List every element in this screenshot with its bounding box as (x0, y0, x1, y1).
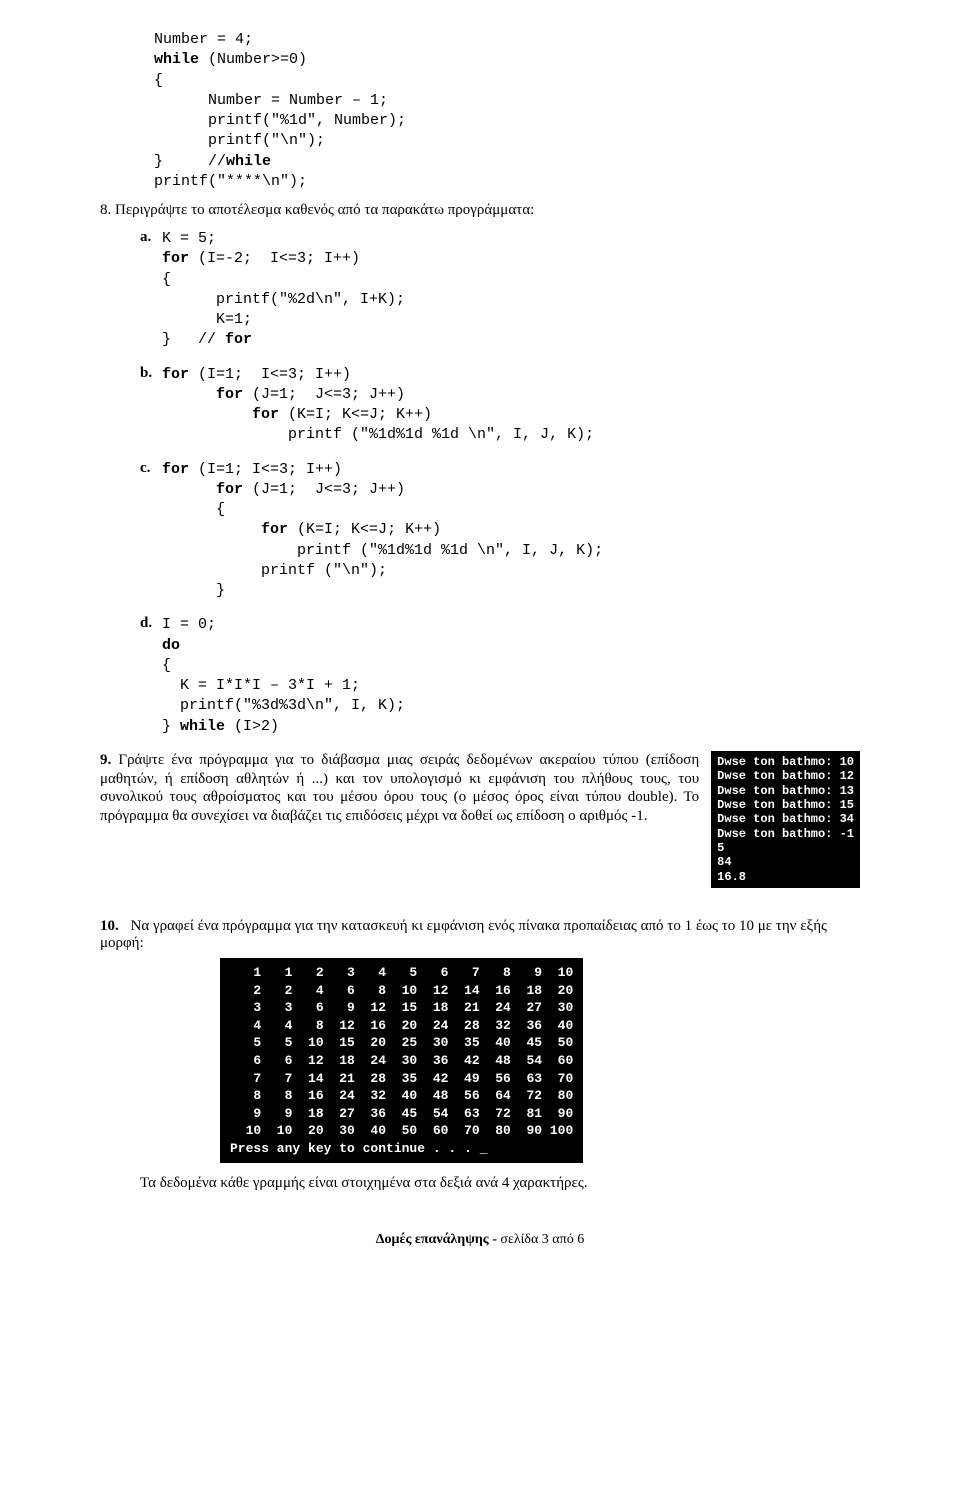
q10-text: Να γραφεί ένα πρόγραμμα για την κατασκευ… (100, 918, 827, 951)
code-block-b: for (I=1; I<=3; I++) for (J=1; J<=3; J++… (162, 365, 594, 446)
terminal-output-q9: Dwse ton bathmo: 10 Dwse ton bathmo: 12 … (711, 751, 860, 889)
question-9: 9. Γράψτε ένα πρόγραμμα για το διάβασμα … (100, 751, 860, 889)
q9-text: Γράψτε ένα πρόγραμμα για το διάβασμα μια… (100, 752, 699, 824)
code-block-top: Number = 4; while (Number>=0) { Number =… (100, 30, 860, 192)
code-block-a: K = 5; for (I=-2; I<=3; I++) { printf("%… (162, 229, 405, 351)
q10-number: 10. (100, 918, 119, 934)
item-b-label: b. (140, 365, 162, 446)
q8-text: Περιγράψτε το αποτέλεσμα καθενός από τα … (115, 202, 534, 218)
question-10: 10. Να γραφεί ένα πρόγραμμα για την κατα… (100, 918, 860, 1192)
item-d-label: d. (140, 615, 162, 737)
q9-number: 9. (100, 752, 111, 768)
page-footer: Δομές επανάληψης - σελίδα 3 από 6 (100, 1232, 860, 1248)
code-block-d: I = 0; do { K = I*I*I – 3*I + 1; printf(… (162, 615, 405, 737)
terminal-output-q10: 1 1 2 3 4 5 6 7 8 9 10 2 2 4 6 8 10 12 1… (220, 958, 583, 1163)
q8-number: 8. (100, 202, 111, 218)
footer-prefix: Δομές επανάληψης - (376, 1232, 501, 1247)
footer-page: σελίδα 3 από 6 (500, 1232, 584, 1247)
q10-note: Τα δεδομένα κάθε γραμμής είναι στοιχημέν… (140, 1175, 860, 1192)
item-c-label: c. (140, 460, 162, 602)
item-a-label: a. (140, 229, 162, 351)
code-block-c: for (I=1; I<=3; I++) for (J=1; J<=3; J++… (162, 460, 603, 602)
question-8: 8. Περιγράψτε το αποτέλεσμα καθενός από … (100, 202, 860, 219)
